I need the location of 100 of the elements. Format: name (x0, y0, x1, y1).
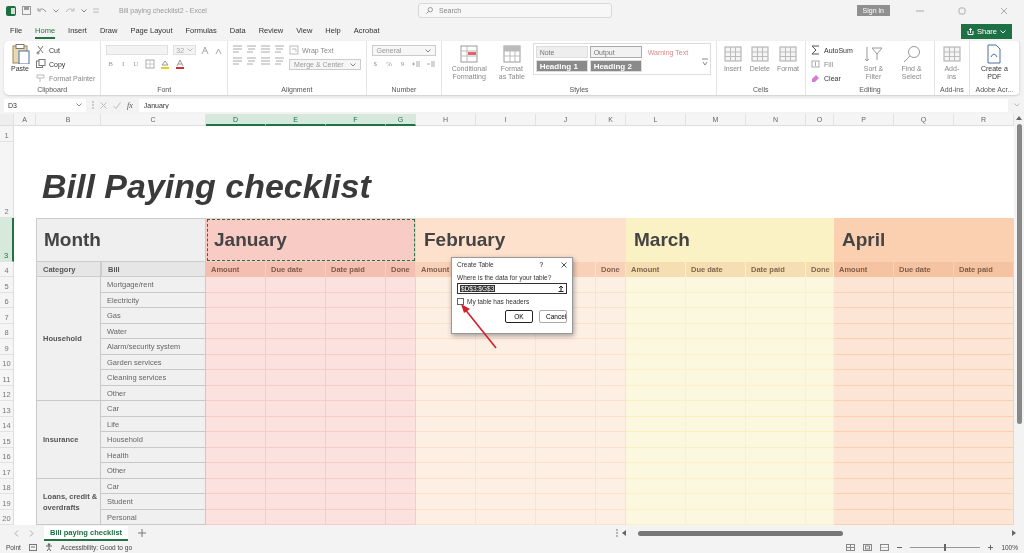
table-cell[interactable] (386, 494, 416, 510)
table-cell[interactable] (476, 339, 536, 355)
table-cell[interactable] (326, 308, 386, 324)
table-cell[interactable] (386, 370, 416, 386)
table-cell[interactable] (834, 463, 894, 479)
table-cell[interactable] (326, 401, 386, 417)
table-cell[interactable] (834, 339, 894, 355)
alignment-icon[interactable] (275, 45, 285, 54)
table-cell[interactable] (386, 463, 416, 479)
table-cell[interactable] (206, 432, 266, 448)
table-cell[interactable] (954, 494, 1014, 510)
table-cell[interactable] (596, 463, 626, 479)
alignment-icon[interactable] (233, 57, 243, 66)
table-cell[interactable] (894, 432, 954, 448)
accessibility-icon[interactable] (44, 543, 53, 552)
table-cell[interactable] (416, 494, 476, 510)
table-cell[interactable] (206, 339, 266, 355)
table-cell[interactable] (894, 401, 954, 417)
cell-style[interactable]: Heading 1 (535, 60, 588, 73)
table-cell[interactable] (206, 370, 266, 386)
table-cell[interactable] (266, 370, 326, 386)
table-cell[interactable] (386, 277, 416, 293)
table-cell[interactable] (326, 494, 386, 510)
table-cell[interactable] (834, 494, 894, 510)
table-cell[interactable] (326, 432, 386, 448)
table-cell[interactable] (416, 463, 476, 479)
select-all-button[interactable] (0, 114, 14, 127)
table-cell[interactable] (954, 308, 1014, 324)
table-cell[interactable] (206, 277, 266, 293)
table-cell[interactable] (206, 401, 266, 417)
cancel-icon[interactable] (100, 101, 107, 109)
table-cell[interactable] (596, 339, 626, 355)
table-cell[interactable] (954, 370, 1014, 386)
border-icon[interactable] (145, 59, 156, 70)
table-cell[interactable] (536, 339, 596, 355)
fill-color-icon[interactable] (160, 59, 171, 70)
table-cell[interactable] (596, 401, 626, 417)
alignment-icon[interactable] (275, 57, 285, 66)
horizontal-scrollbar[interactable] (616, 529, 1016, 538)
normal-view-icon[interactable] (846, 543, 856, 551)
cell-style[interactable]: Heading 2 (589, 60, 642, 73)
table-cell[interactable] (266, 494, 326, 510)
table-cell[interactable] (834, 277, 894, 293)
scroll-left-icon[interactable] (622, 530, 626, 537)
table-cell[interactable] (416, 339, 476, 355)
alignment-icon[interactable] (233, 45, 243, 54)
save-icon[interactable] (22, 6, 31, 16)
zoom-out-icon[interactable] (897, 544, 903, 550)
table-cell[interactable] (266, 308, 326, 324)
scrollbar-thumb[interactable] (1016, 124, 1022, 425)
page-break-icon[interactable] (880, 543, 890, 551)
table-cell[interactable] (894, 494, 954, 510)
font-color-icon[interactable] (175, 59, 186, 70)
table-cell[interactable] (416, 370, 476, 386)
table-cell[interactable] (894, 308, 954, 324)
enter-icon[interactable] (113, 101, 121, 109)
undo-icon[interactable] (37, 6, 47, 15)
table-cell[interactable] (954, 277, 1014, 293)
table-cell[interactable] (894, 339, 954, 355)
table-cell[interactable] (386, 308, 416, 324)
alignment-icon[interactable] (261, 45, 271, 54)
more-icon[interactable] (701, 58, 708, 67)
zoom-in-icon[interactable] (988, 544, 994, 550)
table-cell[interactable] (596, 277, 626, 293)
table-cell[interactable] (894, 463, 954, 479)
page-layout-icon[interactable] (863, 543, 873, 551)
table-cell[interactable] (326, 277, 386, 293)
increase-decimal-icon[interactable] (411, 60, 422, 69)
table-cell[interactable] (834, 370, 894, 386)
shrink-font-icon[interactable] (214, 46, 223, 55)
alignment-icon[interactable] (261, 57, 271, 66)
collapse-dialog-icon[interactable] (558, 285, 564, 292)
next-sheet-icon[interactable] (29, 529, 34, 537)
expand-icon[interactable] (1014, 103, 1020, 107)
checkbox[interactable] (457, 298, 464, 305)
grow-font-icon[interactable] (201, 46, 210, 55)
table-cell[interactable] (386, 401, 416, 417)
table-cell[interactable] (266, 339, 326, 355)
table-cell[interactable] (206, 308, 266, 324)
table-cell[interactable] (266, 277, 326, 293)
restore-icon[interactable] (958, 6, 966, 15)
table-cell[interactable] (206, 463, 266, 479)
table-cell[interactable] (954, 463, 1014, 479)
table-cell[interactable] (266, 432, 326, 448)
table-cell[interactable] (596, 308, 626, 324)
table-cell[interactable] (894, 370, 954, 386)
table-cell[interactable] (326, 370, 386, 386)
table-cell[interactable] (596, 370, 626, 386)
table-cell[interactable] (266, 463, 326, 479)
scroll-right-icon[interactable] (1012, 530, 1016, 537)
insert-function-button[interactable]: fx (127, 100, 133, 110)
add-sheet-icon[interactable] (138, 529, 147, 538)
table-cell[interactable] (954, 432, 1014, 448)
table-cell[interactable] (326, 339, 386, 355)
customize-icon[interactable] (93, 8, 99, 14)
table-cell[interactable] (954, 339, 1014, 355)
table-cell[interactable] (416, 432, 476, 448)
previous-sheet-icon[interactable] (14, 529, 19, 537)
table-cell[interactable] (206, 494, 266, 510)
alignment-icon[interactable] (247, 57, 257, 66)
